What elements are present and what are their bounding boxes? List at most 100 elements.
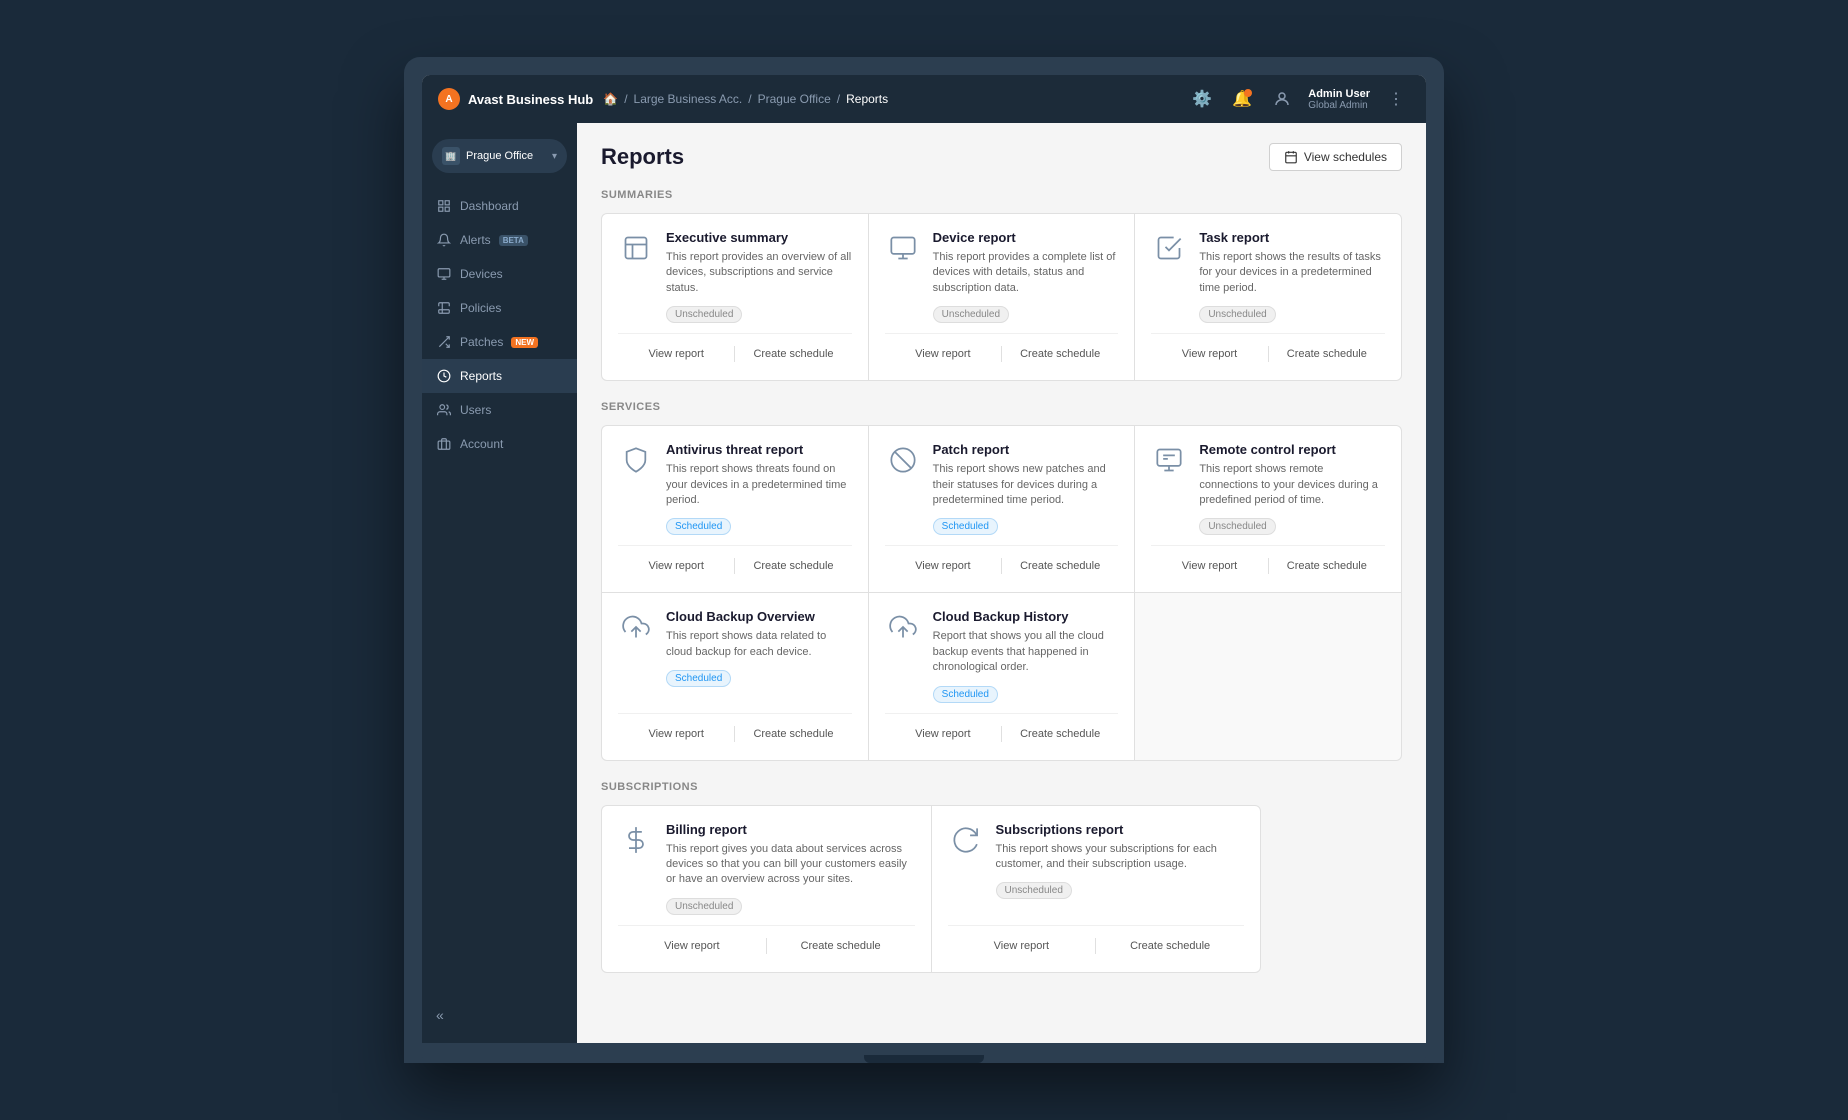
- main-layout: 🏢 Prague Office ▾ Dashboard: [422, 123, 1426, 1043]
- report-info: Task report This report shows the result…: [1199, 230, 1385, 323]
- report-info: Patch report This report shows new patch…: [933, 442, 1119, 535]
- report-title: Remote control report: [1199, 442, 1385, 457]
- sidebar-item-alerts[interactable]: Alerts BETA: [422, 223, 577, 257]
- create-schedule-button[interactable]: Create schedule: [1096, 936, 1244, 956]
- view-report-button[interactable]: View report: [618, 936, 766, 956]
- alerts-badge: BETA: [499, 235, 528, 246]
- report-card-top: Task report This report shows the result…: [1151, 230, 1385, 323]
- report-title: Task report: [1199, 230, 1385, 245]
- menu-icon[interactable]: ⋮: [1382, 85, 1410, 113]
- view-report-button[interactable]: View report: [885, 556, 1001, 576]
- sidebar-item-users[interactable]: Users: [422, 393, 577, 427]
- org-chevron-icon: ▾: [552, 151, 557, 162]
- user-name: Admin User: [1308, 88, 1370, 100]
- home-icon[interactable]: 🏠: [603, 92, 618, 106]
- report-desc: This report provides an overview of all …: [666, 250, 852, 296]
- subscriptions-icon: [948, 822, 984, 858]
- report-desc: This report shows the results of tasks f…: [1199, 250, 1385, 296]
- report-desc: This report shows threats found on your …: [666, 462, 852, 508]
- laptop-frame: A Avast Business Hub 🏠 / Large Business …: [404, 57, 1444, 1063]
- reports-label: Reports: [460, 369, 502, 383]
- create-schedule-button[interactable]: Create schedule: [735, 556, 851, 576]
- report-title: Subscriptions report: [996, 822, 1245, 837]
- view-report-button[interactable]: View report: [618, 344, 734, 364]
- logo-area: A Avast Business Hub: [438, 88, 593, 110]
- device-report-icon: [885, 230, 921, 266]
- laptop-screen: A Avast Business Hub 🏠 / Large Business …: [422, 75, 1426, 1043]
- breadcrumb-sep-3: /: [837, 92, 840, 106]
- report-card-footer: View report Create schedule: [885, 333, 1119, 364]
- report-desc: This report shows your subscriptions for…: [996, 842, 1245, 873]
- report-card-footer: View report Create schedule: [885, 713, 1119, 744]
- report-card-top: Device report This report provides a com…: [885, 230, 1119, 323]
- user-icon: [1268, 85, 1296, 113]
- content-area: Reports View schedules SUMMARIES: [577, 123, 1426, 1043]
- report-desc: This report provides a complete list of …: [933, 250, 1119, 296]
- account-icon: [436, 436, 452, 452]
- org-icon: 🏢: [442, 147, 460, 165]
- dashboard-label: Dashboard: [460, 199, 519, 213]
- view-report-button[interactable]: View report: [885, 724, 1001, 744]
- user-text: Admin User Global Admin: [1308, 88, 1370, 111]
- report-card-footer: View report Create schedule: [885, 545, 1119, 576]
- view-report-button[interactable]: View report: [1151, 556, 1267, 576]
- sidebar-item-dashboard[interactable]: Dashboard: [422, 189, 577, 223]
- breadcrumb-current: Reports: [846, 92, 888, 106]
- view-schedules-label: View schedules: [1304, 150, 1387, 164]
- create-schedule-button[interactable]: Create schedule: [1269, 556, 1385, 576]
- create-schedule-button[interactable]: Create schedule: [1002, 724, 1118, 744]
- status-badge: Scheduled: [933, 518, 998, 535]
- report-title: Billing report: [666, 822, 915, 837]
- user-info: Admin User Global Admin: [1308, 88, 1370, 111]
- account-label: Account: [460, 437, 503, 451]
- view-schedules-button[interactable]: View schedules: [1269, 143, 1402, 171]
- report-card-cloud-backup-overview: Cloud Backup Overview This report shows …: [602, 593, 868, 759]
- create-schedule-button[interactable]: Create schedule: [767, 936, 915, 956]
- org-name: Prague Office: [466, 150, 552, 162]
- sidebar-collapse-button[interactable]: «: [422, 995, 577, 1035]
- cloud-backup-overview-icon: [618, 609, 654, 645]
- report-card-footer: View report Create schedule: [948, 925, 1245, 956]
- create-schedule-button[interactable]: Create schedule: [1269, 344, 1385, 364]
- services-section-label: SERVICES: [601, 401, 1402, 413]
- devices-label: Devices: [460, 267, 503, 281]
- report-card-top: Antivirus threat report This report show…: [618, 442, 852, 535]
- view-report-button[interactable]: View report: [618, 556, 734, 576]
- report-title: Patch report: [933, 442, 1119, 457]
- sidebar-item-reports[interactable]: Reports: [422, 359, 577, 393]
- breadcrumb-office[interactable]: Prague Office: [758, 92, 831, 106]
- sidebar-item-policies[interactable]: Policies: [422, 291, 577, 325]
- org-switcher[interactable]: 🏢 Prague Office ▾: [432, 139, 567, 173]
- create-schedule-button[interactable]: Create schedule: [1002, 344, 1118, 364]
- breadcrumb-account[interactable]: Large Business Acc.: [634, 92, 743, 106]
- sidebar-item-patches[interactable]: Patches NEW: [422, 325, 577, 359]
- create-schedule-button[interactable]: Create schedule: [1002, 556, 1118, 576]
- notifications-icon[interactable]: 🔔: [1228, 85, 1256, 113]
- create-schedule-button[interactable]: Create schedule: [735, 344, 851, 364]
- view-report-button[interactable]: View report: [885, 344, 1001, 364]
- view-report-button[interactable]: View report: [618, 724, 734, 744]
- report-card-remote-control: Remote control report This report shows …: [1135, 426, 1401, 592]
- sidebar-item-devices[interactable]: Devices: [422, 257, 577, 291]
- settings-icon[interactable]: ⚙️: [1188, 85, 1216, 113]
- remote-control-icon: [1151, 442, 1187, 478]
- status-badge: Unscheduled: [1199, 306, 1275, 323]
- report-card-footer: View report Create schedule: [1151, 545, 1385, 576]
- create-schedule-button[interactable]: Create schedule: [735, 724, 851, 744]
- laptop-notch: [864, 1055, 984, 1063]
- report-card-patch: Patch report This report shows new patch…: [869, 426, 1135, 592]
- view-report-button[interactable]: View report: [1151, 344, 1267, 364]
- summaries-section-label: SUMMARIES: [601, 189, 1402, 201]
- report-card-footer: View report Create schedule: [618, 545, 852, 576]
- policies-icon: [436, 300, 452, 316]
- report-title: Cloud Backup History: [933, 609, 1119, 624]
- report-desc: This report shows new patches and their …: [933, 462, 1119, 508]
- executive-summary-icon: [618, 230, 654, 266]
- calendar-icon: [1284, 150, 1298, 164]
- report-card-footer: View report Create schedule: [618, 713, 852, 744]
- sidebar-item-account[interactable]: Account: [422, 427, 577, 461]
- avast-logo-icon: A: [438, 88, 460, 110]
- view-report-button[interactable]: View report: [948, 936, 1096, 956]
- patches-icon: [436, 334, 452, 350]
- cloud-backup-history-icon: [885, 609, 921, 645]
